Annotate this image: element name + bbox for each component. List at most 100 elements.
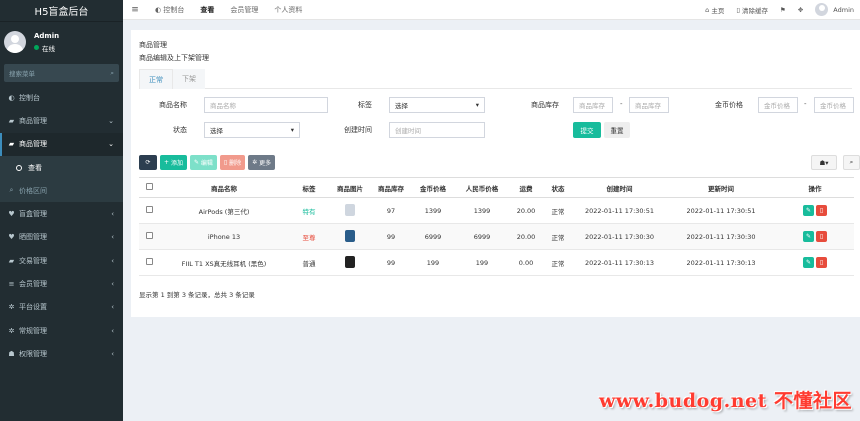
cell-stock: 97 <box>386 206 396 215</box>
pagination-summary: 显示第 1 到第 3 条记录，总共 3 条记录 <box>139 291 255 299</box>
sidebar-item[interactable]: ✲ 平台设置 ‹ <box>0 296 123 319</box>
row-delete-icon[interactable]: ▯ <box>816 231 827 242</box>
sidebar-item[interactable]: ✲ 常规管理 ‹ <box>0 319 123 342</box>
sidebar-item[interactable]: ⌕ 价格区间 <box>0 179 123 203</box>
sidebar-item[interactable]: ▰ 商品管理 ⌄ <box>0 109 123 132</box>
coin-min-input[interactable]: 金币价格 <box>758 97 798 113</box>
row-checkbox[interactable] <box>145 258 153 265</box>
brand-logo[interactable]: H5盲盒后台 <box>0 0 123 22</box>
tag-select[interactable]: 选择 ▾ <box>389 97 485 113</box>
table-row[interactable]: iPhone 13 至尊 99 6999 6999 20.00 正常 2022-01-11 1… <box>139 224 854 250</box>
cell-image <box>329 203 371 218</box>
column-header: 人民币价格 <box>465 184 499 193</box>
columns-icon: ☗▾ <box>819 158 829 167</box>
tab-offline[interactable]: 下架 <box>173 69 205 89</box>
top-navbar: ≡ ◐ 控制台 查看 会员管理 个人资料 ⌂ 主页 ▯ 清除缓存 ⚑ ✥ Adm… <box>123 0 860 20</box>
row-delete-icon[interactable]: ▯ <box>816 257 827 268</box>
more-button[interactable]: ✲ 更多 <box>248 155 276 170</box>
sidebar-search-input[interactable]: 搜索菜单 ⌕ <box>4 64 119 82</box>
bag-icon: ▰ <box>8 140 15 149</box>
delete-button[interactable]: ▯ 删除 <box>219 155 246 170</box>
cell-freight: 0.00 <box>518 258 534 267</box>
cell-rmb: 6999 <box>473 232 491 241</box>
page-subtitle: 商品编辑及上下架管理 <box>139 54 209 62</box>
row-checkbox-cell <box>139 206 159 215</box>
tab-member[interactable]: 会员管理 <box>222 0 266 20</box>
chevron-icon: ⌄ <box>108 116 114 125</box>
chevron-icon: ‹ <box>111 349 114 358</box>
search-icon[interactable]: ⌕ <box>110 69 114 78</box>
stock-max-input[interactable]: 商品库存 <box>629 97 669 113</box>
user-status: 在线 <box>34 43 59 53</box>
row-edit-icon[interactable]: ✎ <box>803 231 814 242</box>
menu-toggle-icon[interactable]: ≡ <box>123 5 147 15</box>
cell-created: 2022-01-11 17:30:51 <box>584 206 655 215</box>
cell-coin: 6999 <box>424 232 442 241</box>
tab-profile[interactable]: 个人资料 <box>266 0 310 20</box>
tab-dashboard[interactable]: ◐ 控制台 <box>147 0 192 20</box>
coin-label: 金币价格 <box>715 101 743 109</box>
status-label: 状态 <box>173 126 187 134</box>
row-checkbox[interactable] <box>145 206 153 213</box>
table-row[interactable]: AirPods (第三代) 特有 97 1399 1399 20.00 正常 2022-01-… <box>139 198 854 224</box>
status-select[interactable]: 选择 ▾ <box>204 122 300 138</box>
sidebar-item[interactable]: ▰ 商品管理 ⌄ <box>0 132 123 156</box>
stock-min-input[interactable]: 商品库存 <box>573 97 613 113</box>
cell-coin: 1399 <box>424 206 442 215</box>
search-toggle-button[interactable]: ⌕ <box>843 155 860 170</box>
watermark: www.budog.net 不懂社区 <box>598 390 852 412</box>
sidebar-item[interactable]: ▰ 交易管理 ‹ <box>0 249 123 272</box>
fullscreen-icon[interactable]: ✥ <box>792 6 809 14</box>
product-thumbnail[interactable] <box>345 255 355 268</box>
cell-actions: ✎ ▯ <box>776 257 854 268</box>
cell-stock: 99 <box>386 232 396 241</box>
user-menu[interactable]: Admin <box>809 3 860 16</box>
sidebar-item-label: 平台设置 <box>19 303 47 312</box>
bag-icon: ▰ <box>8 116 15 125</box>
table-row[interactable]: FIIL T1 XS真无线耳机 (黑色) 普通 99 199 199 0.00 正常 2022… <box>139 250 854 276</box>
avatar <box>815 3 829 16</box>
columns-button[interactable]: ☗▾ <box>811 155 837 170</box>
reset-button[interactable]: 重置 <box>604 122 630 138</box>
box-icon: ♥ <box>8 210 15 219</box>
sidebar-item-label: 常规管理 <box>19 326 47 335</box>
tab-view[interactable]: 查看 <box>192 0 222 20</box>
submit-button[interactable]: 提交 <box>573 122 601 138</box>
refresh-button[interactable]: ⟳ <box>139 155 157 170</box>
clear-cache-link[interactable]: ▯ 清除缓存 <box>730 5 774 15</box>
page-title: 商品管理 <box>139 41 167 49</box>
cell-rmb: 199 <box>475 258 489 267</box>
sidebar-item[interactable]: ♥ 晒图管理 ‹ <box>0 226 123 249</box>
sidebar-item[interactable]: ◐ 控制台 <box>0 86 123 109</box>
coin-max-input[interactable]: 金币价格 <box>814 97 854 113</box>
cell-name: FIIL T1 XS真无线耳机 (黑色) <box>181 259 267 268</box>
product-table: 商品名称 标签 商品图片 商品库存 金币价格 人民币价格 运费 状态 创建时间 更新时间 操作 Ai… <box>139 177 854 276</box>
edit-button[interactable]: ✎ 编辑 <box>189 155 217 170</box>
column-header: 标签 <box>302 184 316 193</box>
home-link[interactable]: ⌂ 主页 <box>699 5 730 15</box>
time-input[interactable]: 创建时间 <box>389 122 485 138</box>
row-edit-icon[interactable]: ✎ <box>803 257 814 268</box>
product-thumbnail[interactable] <box>345 229 355 242</box>
sidebar-item[interactable]: ♥ 盲盒管理 ‹ <box>0 202 123 225</box>
tab-normal[interactable]: 正常 <box>139 69 173 89</box>
name-input[interactable]: 商品名称 <box>204 97 328 113</box>
sidebar-item-label: 价格区间 <box>19 186 47 195</box>
add-button[interactable]: + 添加 <box>160 155 187 170</box>
filter-form: 商品名称 商品名称 标签 选择 ▾ 商品库存 商品库存 - 商品库存 金币价格 金… <box>131 89 860 141</box>
sidebar-item[interactable]: ≡ 会员管理 ‹ <box>0 272 123 295</box>
cell-status: 正常 <box>551 233 565 242</box>
select-all-checkbox[interactable] <box>145 183 153 190</box>
chevron-icon: ‹ <box>111 326 114 335</box>
product-thumbnail[interactable] <box>345 203 355 216</box>
sidebar-item[interactable]: ☗ 权限管理 ‹ <box>0 342 123 365</box>
translate-icon[interactable]: ⚑ <box>774 6 792 14</box>
time-label: 创建时间 <box>344 126 372 134</box>
row-edit-icon[interactable]: ✎ <box>803 205 814 216</box>
sidebar-item[interactable]: 查看 <box>0 155 123 180</box>
row-delete-icon[interactable]: ▯ <box>816 205 827 216</box>
caret-down-icon: ▾ <box>475 101 479 109</box>
row-checkbox[interactable] <box>145 232 153 239</box>
sidebar-item-label: 商品管理 <box>19 116 47 125</box>
chevron-icon: ‹ <box>111 256 114 265</box>
